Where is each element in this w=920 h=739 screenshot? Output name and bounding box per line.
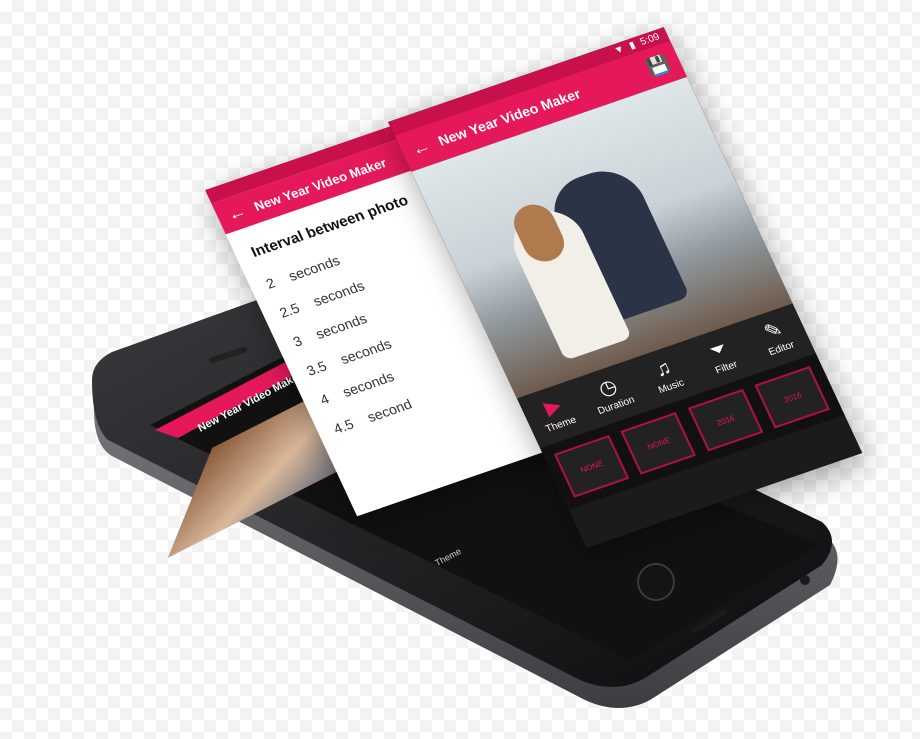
tab-editor[interactable]: ✎ Editor: [743, 313, 811, 363]
theme-thumbnail[interactable]: NONE: [620, 412, 697, 475]
theme-thumbnail[interactable]: 2016: [687, 388, 764, 452]
play-icon: ▶: [540, 394, 565, 420]
pencil-icon: ✎: [760, 318, 787, 344]
tab-music[interactable]: ♫ Music: [632, 351, 700, 401]
theme-thumbnail[interactable]: 2016: [754, 365, 831, 429]
battery-icon: ▮: [627, 39, 638, 52]
filter-icon: ⏷: [706, 337, 731, 363]
tab-duration[interactable]: ◷ Duration: [577, 370, 645, 420]
tab-theme[interactable]: ▶ Theme: [522, 389, 590, 439]
theme-thumbnail[interactable]: NONE: [553, 435, 630, 498]
clock-icon: ◷: [595, 375, 622, 401]
tab-filter[interactable]: ⏷ Filter: [688, 332, 756, 382]
home-button: [637, 563, 675, 601]
wifi-icon: ▼: [612, 43, 627, 57]
music-icon: ♫: [651, 356, 675, 382]
